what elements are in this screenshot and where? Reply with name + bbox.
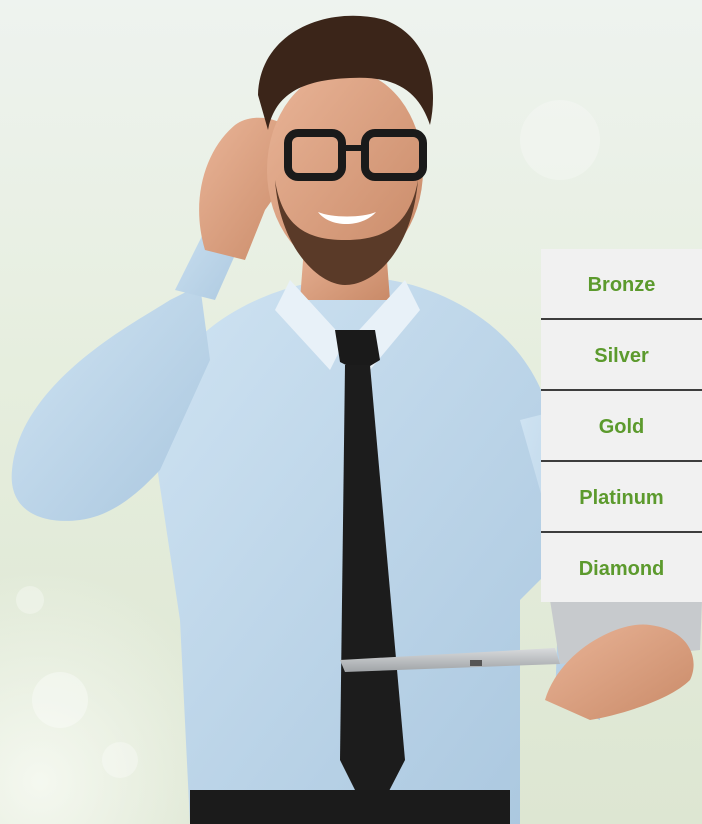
tier-label: Bronze: [587, 274, 656, 296]
tier-label: Diamond: [578, 558, 665, 580]
membership-tier-menu: Bronze Silver Gold Platinum Diamond: [541, 249, 702, 602]
tier-item-silver[interactable]: Silver: [541, 320, 702, 391]
tier-label: Platinum: [579, 487, 664, 509]
tier-item-platinum[interactable]: Platinum: [541, 462, 702, 533]
tier-item-gold[interactable]: Gold: [541, 391, 702, 462]
tier-label: Gold: [598, 416, 645, 438]
tier-item-bronze[interactable]: Bronze: [541, 249, 702, 320]
tier-label: Silver: [594, 345, 649, 367]
tier-item-diamond[interactable]: Diamond: [541, 533, 702, 602]
